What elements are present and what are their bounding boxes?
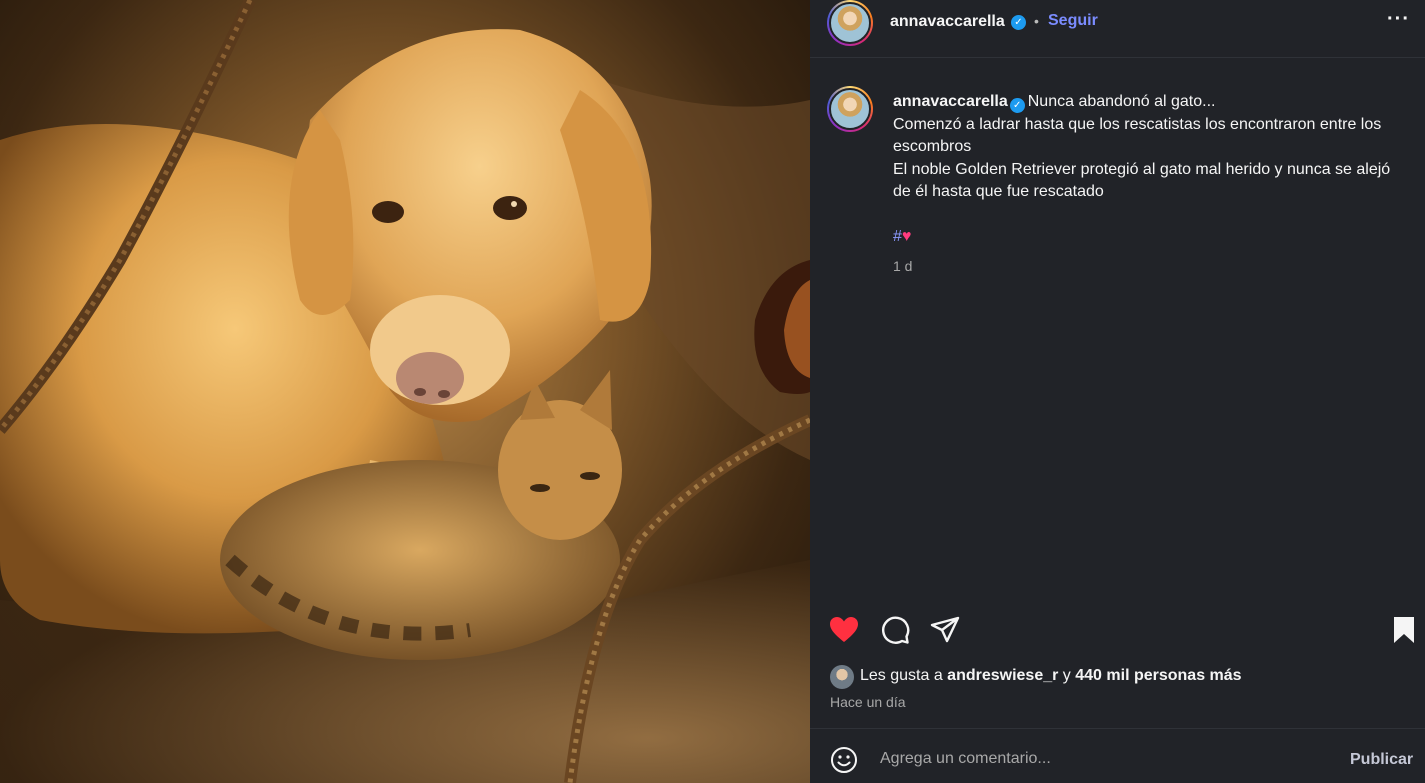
heart-filled-icon[interactable]	[828, 614, 860, 646]
likes-text: Les gusta a andreswiese_r y 440 mil pers…	[860, 667, 1242, 685]
caption-text: annavaccarella ✓ Nunca abandonó al gato...…	[893, 91, 1403, 204]
publish-button[interactable]: Publicar	[1350, 751, 1413, 769]
follow-button[interactable]: Seguir	[1048, 12, 1098, 30]
caption-username[interactable]: annavaccarella	[893, 93, 1008, 110]
smiley-icon[interactable]	[830, 746, 858, 774]
caption-author-avatar[interactable]	[827, 86, 873, 132]
caption-line-3: El noble Golden Retriever protegió al ga…	[893, 160, 1391, 201]
caption-verified-icon: ✓	[1009, 98, 1025, 113]
liker-avatar[interactable]	[830, 665, 854, 689]
separator-dot: •	[1034, 13, 1039, 29]
caption-timestamp[interactable]: 1 d	[893, 258, 912, 274]
hashtag-symbol: #	[893, 228, 902, 245]
heart-emoji-icon: ♥	[901, 228, 912, 245]
author-avatar[interactable]	[827, 0, 873, 46]
caption-line-1: Nunca abandonó al gato...	[1027, 93, 1216, 110]
more-options-icon[interactable]: ···	[1387, 8, 1410, 31]
post-media[interactable]	[0, 0, 810, 783]
send-icon[interactable]	[929, 614, 961, 646]
caption-section: annavaccarella ✓ Nunca abandonó al gato...…	[810, 58, 1425, 608]
comment-input[interactable]	[880, 747, 1320, 771]
likes-middle: y	[1058, 667, 1076, 684]
comment-bar: Publicar	[810, 728, 1425, 783]
likes-count[interactable]: 440 mil personas más	[1075, 667, 1241, 684]
author-username[interactable]: annavaccarella	[890, 13, 1005, 31]
action-bar	[810, 608, 1425, 652]
comment-icon[interactable]	[879, 614, 911, 646]
bookmark-filled-icon[interactable]	[1388, 614, 1420, 646]
caption-line-2: Comenzó a ladrar hasta que los rescatist…	[893, 115, 1382, 156]
post-image	[0, 0, 810, 783]
likes-prefix: Les gusta a	[860, 667, 948, 684]
verified-badge-icon: ✓	[1011, 15, 1026, 30]
post-timestamp[interactable]: Hace un día	[830, 694, 906, 710]
post-details-panel: annavaccarella ✓ • Seguir ··· annavaccar…	[810, 0, 1425, 783]
liker-username[interactable]: andreswiese_r	[947, 667, 1058, 684]
post-header: annavaccarella ✓ • Seguir ···	[810, 0, 1425, 58]
hashtag-link[interactable]: #♥	[893, 228, 911, 246]
